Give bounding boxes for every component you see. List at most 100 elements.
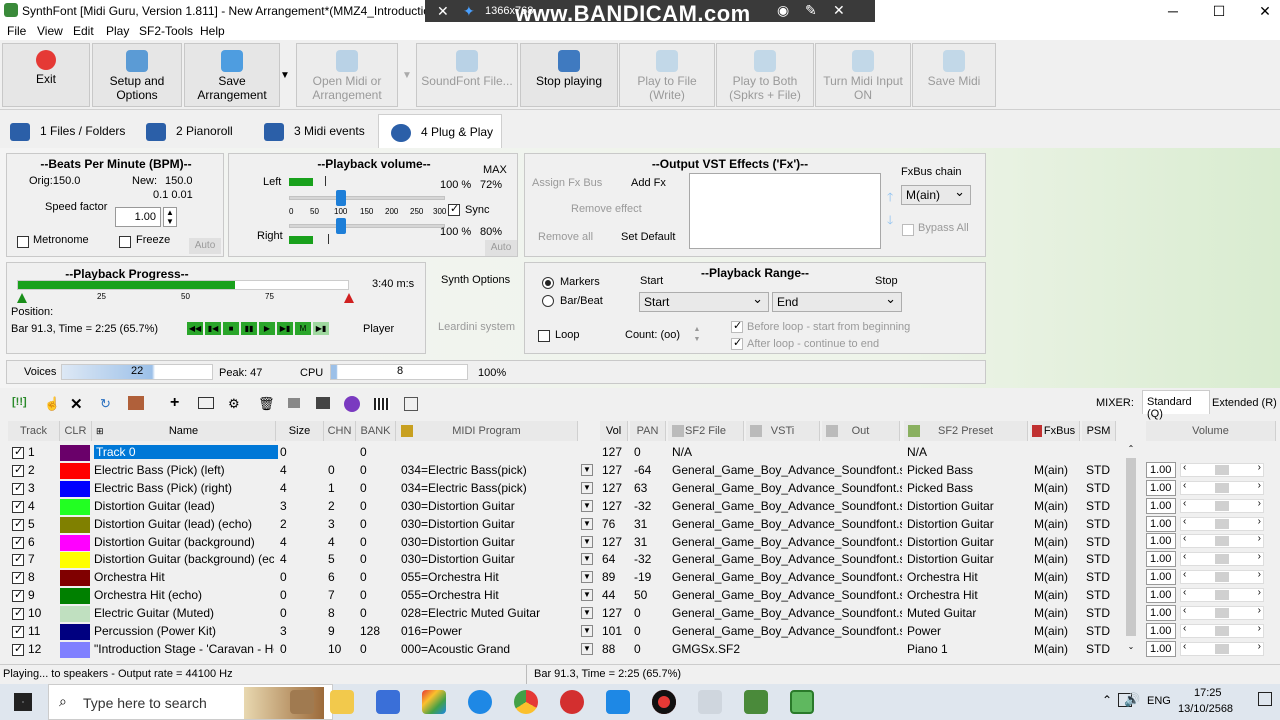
program-dropdown-icon[interactable]: ▼ — [581, 589, 593, 602]
track-checkbox[interactable] — [12, 572, 24, 585]
track-checkbox[interactable] — [12, 554, 24, 567]
track-program[interactable]: 028=Electric Muted Guitar — [401, 606, 581, 620]
track-name[interactable]: Electric Guitar (Muted) — [94, 606, 274, 620]
markers-radio[interactable] — [542, 277, 554, 289]
close-button[interactable]: ✕ — [1242, 0, 1280, 22]
col-chn[interactable]: CHN — [324, 421, 356, 441]
slider-left-icon[interactable]: ‹ — [1183, 551, 1186, 562]
right-volume-thumb[interactable] — [336, 218, 346, 234]
slider-right-icon[interactable]: › — [1258, 569, 1261, 580]
program-dropdown-icon[interactable]: ▼ — [581, 463, 593, 476]
track-checkbox[interactable] — [12, 500, 24, 513]
record-icon[interactable] — [652, 690, 676, 714]
bpm-steps[interactable]: 0.1 0.01 — [153, 189, 193, 201]
mixer-volume-slider[interactable]: ‹ › — [1180, 569, 1264, 585]
slider-thumb[interactable] — [1215, 554, 1229, 565]
track-color[interactable] — [60, 498, 90, 515]
slider-right-icon[interactable]: › — [1258, 551, 1261, 562]
col-name[interactable]: ⊞ Name — [92, 421, 276, 441]
count-spinner[interactable]: ▲ ▼ — [691, 325, 703, 345]
pause-icon[interactable]: ▮▮ — [241, 322, 257, 335]
slider-right-icon[interactable]: › — [1258, 641, 1261, 652]
track-program[interactable]: 034=Electric Bass(pick) — [401, 481, 581, 495]
end-marker-icon[interactable] — [344, 293, 354, 303]
slider-left-icon[interactable]: ‹ — [1183, 462, 1186, 473]
remove-all-button[interactable]: Remove all — [538, 231, 593, 243]
col-sf2-preset[interactable]: SF2 Preset — [904, 421, 1028, 441]
language-indicator[interactable]: ENG — [1147, 695, 1171, 707]
loop-checkbox[interactable] — [538, 330, 550, 342]
slider-left-icon[interactable]: ‹ — [1183, 587, 1186, 598]
mixer-volume-slider[interactable]: ‹ › — [1180, 551, 1264, 567]
track-checkbox[interactable] — [12, 626, 24, 638]
slider-right-icon[interactable]: › — [1258, 533, 1261, 544]
slider-thumb[interactable] — [1215, 518, 1229, 529]
delete-icon[interactable]: ✕ — [70, 395, 83, 413]
col-sf2-file[interactable]: SF2 File — [668, 421, 744, 441]
minecraft-icon[interactable] — [744, 690, 768, 714]
add-fx-button[interactable]: Add Fx — [631, 177, 666, 189]
track-checkbox[interactable] — [12, 518, 24, 531]
slider-left-icon[interactable]: ‹ — [1183, 516, 1186, 527]
synth-options-button[interactable]: Synth Options — [441, 274, 510, 286]
play-to-file-button[interactable]: Play to File (Write) — [619, 43, 715, 107]
track-name[interactable]: Distortion Guitar (background) — [94, 535, 274, 549]
col-vsti[interactable]: VSTi — [746, 421, 820, 441]
player-button[interactable]: Player — [363, 323, 394, 335]
mixer-volume-value[interactable]: 1.00 — [1146, 640, 1176, 657]
table-row[interactable]: 3 Electric Bass (Pick) (right) 4 1 0 034=Elec… — [8, 480, 1116, 498]
menu-file[interactable]: File — [7, 24, 26, 38]
mixer-volume-slider[interactable]: ‹ › — [1180, 587, 1264, 602]
end-icon[interactable]: ▶▮ — [313, 322, 329, 335]
track-name[interactable]: Orchestra Hit (echo) — [94, 588, 274, 602]
stop-playing-button[interactable]: Stop playing — [520, 43, 618, 107]
set-default-button[interactable]: Set Default — [621, 231, 675, 243]
soundfont-file-button[interactable]: SoundFont File... — [416, 43, 518, 107]
bpm-new-value[interactable]: 150.0 — [165, 175, 193, 187]
slider-right-icon[interactable]: › — [1258, 605, 1261, 616]
stop-transport-icon[interactable]: ■ — [223, 322, 239, 335]
mixer-volume-slider[interactable]: ‹ › — [1180, 480, 1264, 495]
table-row[interactable]: 12 "Introduction Stage - 'Caravan - Ho 0 10… — [8, 641, 1116, 659]
scroll-thumb[interactable] — [1126, 458, 1136, 636]
slider-left-icon[interactable]: ‹ — [1183, 641, 1186, 652]
cube-icon[interactable] — [288, 398, 300, 408]
mixer-volume-slider[interactable]: ‹ › — [1180, 641, 1264, 656]
hand-icon[interactable]: ☝ — [44, 396, 60, 412]
slider-right-icon[interactable]: › — [1258, 498, 1261, 509]
volume-icon[interactable]: 🔊 — [1124, 692, 1140, 708]
track-color[interactable] — [60, 480, 90, 497]
save-dropdown-icon[interactable]: ▼ — [280, 70, 290, 81]
mixer-volume-slider[interactable]: ‹ › — [1180, 462, 1264, 477]
slider-right-icon[interactable]: › — [1258, 587, 1261, 598]
after-loop-checkbox[interactable] — [731, 336, 743, 350]
slider-thumb[interactable] — [1215, 607, 1229, 618]
mixer-volume-slider[interactable]: ‹ › — [1180, 623, 1264, 638]
track-checkbox[interactable] — [12, 590, 24, 603]
mixer-volume-value[interactable]: 1.00 — [1146, 586, 1176, 603]
windows-start-icon[interactable] — [14, 693, 32, 711]
piano-icon[interactable] — [374, 398, 390, 410]
program-dropdown-icon[interactable]: ▼ — [581, 499, 593, 512]
plugin-icon[interactable] — [344, 396, 360, 412]
stack-icon[interactable] — [316, 397, 330, 409]
table-row[interactable]: 10 Electric Guitar (Muted) 0 8 0 028=Electric… — [8, 605, 1116, 623]
slider-thumb[interactable] — [1215, 500, 1229, 511]
save-midi-button[interactable]: Save Midi — [912, 43, 996, 107]
slider-right-icon[interactable]: › — [1258, 480, 1261, 491]
bypass-all-checkbox[interactable] — [902, 224, 914, 236]
slider-right-icon[interactable]: › — [1258, 516, 1261, 527]
track-color[interactable] — [60, 445, 90, 461]
track-program[interactable]: 030=Distortion Guitar — [401, 499, 581, 513]
right-volume-slider[interactable] — [289, 224, 445, 228]
fxbus-chain-select[interactable]: M(ain) — [901, 184, 971, 205]
app-icon-gray[interactable] — [698, 690, 722, 714]
mixer-volume-value[interactable]: 1.00 — [1146, 533, 1176, 550]
slider-thumb[interactable] — [1215, 643, 1229, 654]
track-checkbox[interactable] — [12, 608, 24, 621]
slider-left-icon[interactable]: ‹ — [1183, 569, 1186, 580]
slider-left-icon[interactable]: ‹ — [1183, 623, 1186, 634]
left-volume-thumb[interactable] — [336, 190, 346, 206]
track-name[interactable]: Electric Bass (Pick) (right) — [94, 481, 274, 495]
open-midi-button[interactable]: Open Midi or Arrangement — [296, 43, 398, 107]
